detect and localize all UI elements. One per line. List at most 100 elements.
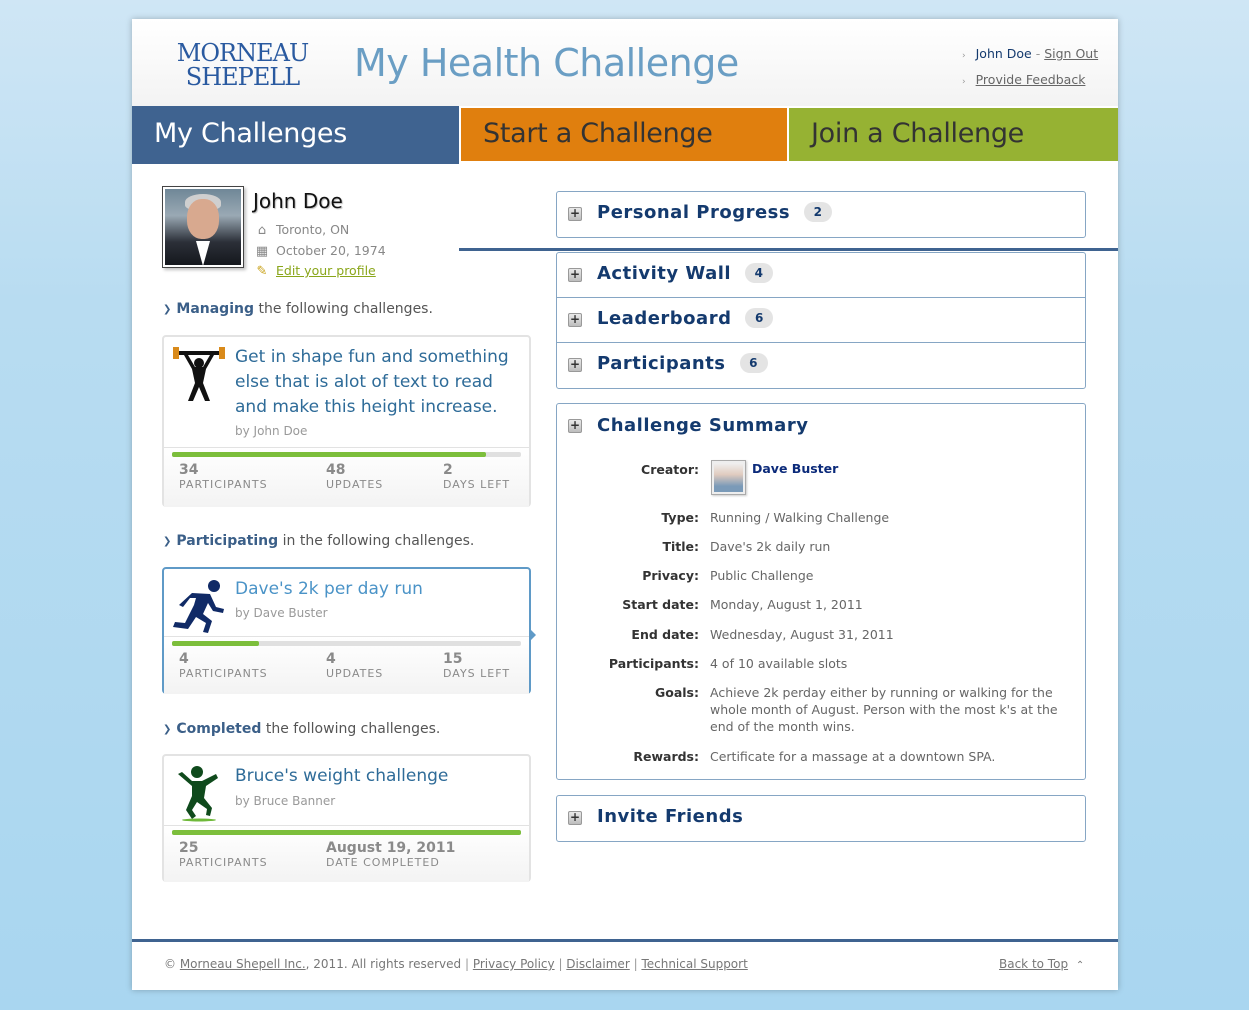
challenge-title[interactable]: Dave's 2k per day run: [235, 577, 525, 602]
challenge-card-participating[interactable]: Dave's 2k per day run by Dave Buster 4 PA…: [162, 567, 531, 694]
challenge-title[interactable]: Bruce's weight challenge: [235, 764, 525, 789]
challenge-card-completed[interactable]: Bruce's weight challenge by Bruce Banner…: [162, 754, 531, 882]
count-badge: 6: [739, 353, 768, 373]
progress-fill: [172, 830, 521, 835]
stat-participants: 34 PARTICIPANTS: [179, 462, 268, 491]
panel-title: Activity Wall: [597, 263, 732, 284]
challenge-stats: 4 PARTICIPANTS 4 UPDATES 15 DAYS LEFT: [164, 636, 529, 694]
calendar-icon: ▦: [255, 243, 269, 259]
main-tabs: My Challenges Start a Challenge Join a C…: [132, 106, 1118, 251]
panel-title[interactable]: Challenge Summary: [597, 415, 808, 436]
leaderboard-panel[interactable]: + Leaderboard 6: [557, 298, 1085, 343]
technical-support-link[interactable]: Technical Support: [641, 957, 747, 971]
profile-location: Toronto, ON: [276, 222, 350, 237]
progress-bar: [172, 641, 521, 646]
expand-icon[interactable]: +: [568, 207, 582, 221]
chevron-down-icon: ❯: [163, 536, 172, 547]
profile-birthdate: October 20, 1974: [276, 242, 386, 258]
sign-out-link[interactable]: Sign Out: [1044, 46, 1098, 61]
chevron-down-icon: ❯: [163, 724, 172, 735]
user-links: › John Doe - Sign Out › Provide Feedback: [962, 42, 1098, 94]
selected-card-pointer: [529, 628, 536, 642]
provide-feedback-link[interactable]: Provide Feedback: [976, 72, 1086, 87]
back-to-top[interactable]: Back to Top ⌃: [999, 957, 1084, 971]
tab-start-a-challenge[interactable]: Start a Challenge: [461, 106, 787, 161]
pencil-icon: ✎: [256, 264, 268, 279]
challenge-title[interactable]: Get in shape fun and something else that…: [235, 345, 525, 420]
profile-meta: ⌂ Toronto, ON ▦ October 20, 1974 ✎ Edit you…: [254, 220, 386, 282]
stat-participants: 4 PARTICIPANTS: [179, 651, 268, 680]
activity-wall-panel[interactable]: + Activity Wall 4: [557, 253, 1085, 298]
progress-bar: [172, 452, 521, 457]
chevron-down-icon: ❯: [163, 304, 172, 315]
tab-join-a-challenge[interactable]: Join a Challenge: [789, 106, 1118, 161]
invite-friends-panel[interactable]: + Invite Friends: [556, 795, 1086, 842]
section-text: the following challenges.: [254, 301, 433, 317]
panel-title: Personal Progress: [597, 202, 791, 223]
separator: -: [1035, 46, 1041, 61]
back-to-top-link[interactable]: Back to Top: [999, 957, 1068, 971]
stat-updates: 48 UPDATES: [326, 462, 384, 491]
challenge-author: by John Doe: [235, 424, 308, 438]
section-text: in the following challenges.: [278, 533, 475, 549]
count-badge: 2: [804, 202, 833, 222]
challenge-author: by Bruce Banner: [235, 794, 336, 808]
tab-underline: [459, 248, 1118, 251]
creator-avatar[interactable]: [711, 460, 746, 495]
logo-line-2: SHEPELL: [185, 63, 300, 91]
challenge-summary-panel: + Challenge Summary Creator: Dave Buster…: [556, 403, 1086, 780]
profile-name: John Doe: [253, 189, 343, 213]
expand-icon[interactable]: +: [568, 268, 582, 282]
bullet-icon: ›: [962, 77, 966, 87]
page: MORNEAU SHEPELL My Health Challenge › Joh…: [132, 19, 1118, 990]
logo-line-1: MORNEAU: [176, 39, 309, 67]
privacy-policy-link[interactable]: Privacy Policy: [473, 957, 555, 971]
copyright-symbol: ©: [164, 957, 180, 971]
header: MORNEAU SHEPELL My Health Challenge › Joh…: [132, 19, 1118, 106]
stat-updates: 4 UPDATES: [326, 651, 384, 680]
edit-profile-link[interactable]: Edit your profile: [276, 263, 376, 278]
bullet-icon: ›: [962, 51, 966, 61]
participants-panel[interactable]: + Participants 6: [557, 343, 1085, 388]
user-name: John Doe: [975, 46, 1032, 61]
expand-icon[interactable]: +: [568, 358, 582, 372]
progress-bar: [172, 830, 521, 835]
section-keyword: Participating: [176, 533, 279, 549]
panel-title: Leaderboard: [597, 308, 732, 329]
progress-fill: [172, 452, 487, 457]
section-text: the following challenges.: [261, 721, 441, 737]
count-badge: 6: [745, 308, 774, 328]
section-keyword: Completed: [176, 721, 262, 737]
runner-icon: [173, 580, 224, 633]
rights-text: , 2011. All rights reserved: [305, 957, 462, 971]
company-logo[interactable]: MORNEAU SHEPELL: [170, 41, 315, 89]
completed-heading[interactable]: ❯ Completed the following challenges.: [163, 721, 440, 737]
home-icon: ⌂: [257, 223, 267, 238]
expand-icon[interactable]: +: [568, 313, 582, 327]
participating-heading[interactable]: ❯ Participating in the following challeng…: [163, 533, 474, 549]
chevron-up-icon: ⌃: [1075, 960, 1085, 971]
panel-title: Invite Friends: [597, 806, 744, 827]
tab-my-challenges[interactable]: My Challenges: [132, 106, 459, 164]
stat-days-left: 2 DAYS LEFT: [443, 462, 511, 491]
progress-fill: [172, 641, 260, 646]
stat-days-left: 15 DAYS LEFT: [443, 651, 511, 680]
accordion-group: + Activity Wall 4 + Leaderboard 6 + Partic…: [556, 252, 1086, 389]
challenge-stats: 25 PARTICIPANTS August 19, 2011 DATE COMPL…: [164, 825, 529, 882]
footer: © Morneau Shepell Inc., 2011. All rights…: [164, 957, 748, 971]
creator-name[interactable]: Dave Buster: [752, 461, 838, 476]
weightlifter-icon: [173, 347, 225, 401]
expand-icon[interactable]: +: [568, 419, 582, 433]
site-title: My Health Challenge: [354, 41, 739, 85]
personal-progress-panel[interactable]: + Personal Progress 2: [556, 191, 1086, 238]
panel-title: Participants: [597, 353, 726, 374]
challenge-card-managing[interactable]: Get in shape fun and something else that…: [162, 335, 531, 507]
company-link[interactable]: Morneau Shepell Inc.: [180, 957, 306, 971]
managing-heading[interactable]: ❯ Managing the following challenges.: [163, 301, 433, 317]
expand-icon[interactable]: +: [568, 811, 582, 825]
challenge-stats: 34 PARTICIPANTS 48 UPDATES 2 DAYS LEFT: [164, 447, 529, 507]
count-badge: 4: [745, 263, 774, 283]
disclaimer-link[interactable]: Disclaimer: [566, 957, 629, 971]
challenge-author: by Dave Buster: [235, 606, 328, 620]
section-keyword: Managing: [176, 301, 254, 317]
